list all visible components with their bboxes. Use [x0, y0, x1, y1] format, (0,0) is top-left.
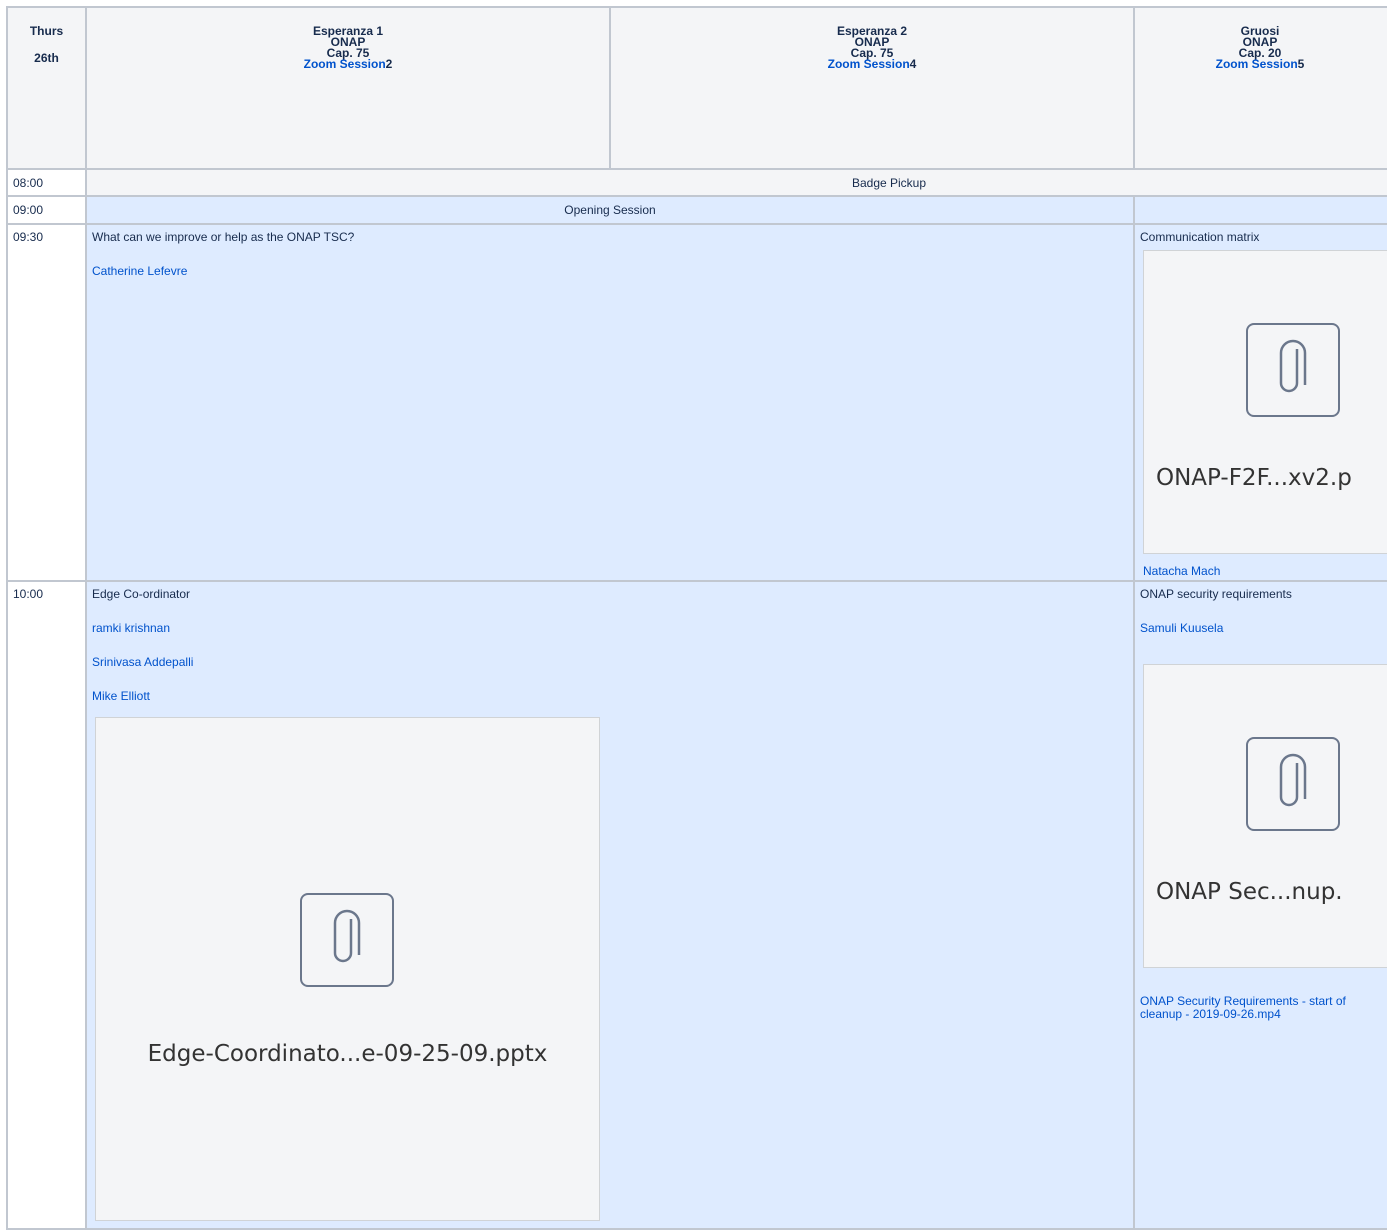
zoom-session-number: 4 [909, 57, 917, 71]
zoom-session-link[interactable]: Zoom Session [1216, 57, 1298, 71]
video-link[interactable]: ONAP Security Requirements - start of cl… [1140, 995, 1386, 1021]
zoom-session-link[interactable]: Zoom Session [304, 57, 386, 71]
time-label: 10:00 [13, 587, 44, 601]
paperclip-icon [300, 893, 394, 987]
time-0800: 08:00 [6, 168, 87, 197]
schedule-table: Thurs 26th Esperanza 1 ONAP Cap. 75 Zoom… [6, 6, 1387, 1230]
paperclip-icon [1246, 737, 1340, 831]
zoom-session-number: 5 [1297, 57, 1305, 71]
time-0930: 09:30 [6, 223, 87, 582]
speaker-link[interactable]: Catherine Lefevre [92, 264, 1133, 278]
speaker-link[interactable]: Srinivasa Addepalli [92, 655, 1133, 669]
time-label: 09:00 [13, 203, 44, 217]
time-0900: 09:00 [6, 195, 87, 225]
zoom-session-number: 2 [385, 57, 393, 71]
room-header-esperanza-2: Esperanza 2 ONAP Cap. 75 Zoom Session4 [609, 6, 1135, 170]
session-title: Communication matrix [1140, 230, 1260, 244]
empty-session-cell [1133, 195, 1387, 225]
day-name: Thurs [29, 24, 64, 38]
session-title: ONAP security requirements [1140, 587, 1292, 601]
time-1000: 10:00 [6, 580, 87, 1230]
badge-pickup-cell: Badge Pickup [85, 168, 1387, 197]
opening-session-cell: Opening Session [85, 195, 1135, 225]
paperclip-icon [1246, 323, 1340, 417]
room-header-gruosi: Gruosi ONAP Cap. 20 Zoom Session5 [1133, 6, 1387, 170]
speaker-link[interactable]: Samuli Kuusela [1140, 621, 1387, 635]
session-title: Edge Co-ordinator [92, 587, 191, 601]
day-date: 26th [34, 51, 59, 65]
time-label: 09:30 [13, 230, 44, 244]
badge-pickup-text: Badge Pickup [851, 176, 927, 190]
time-label: 08:00 [13, 176, 44, 190]
attachment-preview[interactable]: Edge-Coordinato...e-09-25-09.pptx [95, 717, 600, 1221]
session-onap-security: ONAP security requirements Samuli Kuusel… [1133, 580, 1387, 1230]
zoom-session-link[interactable]: Zoom Session [828, 57, 910, 71]
speaker-link[interactable]: Natacha Mach [1143, 564, 1220, 578]
attachment-filename: ONAP Sec...nup. [1156, 879, 1343, 905]
day-header: Thurs 26th [6, 6, 87, 170]
room-header-esperanza-1: Esperanza 1 ONAP Cap. 75 Zoom Session2 [85, 6, 611, 170]
attachment-preview[interactable]: ONAP Sec...nup. [1143, 664, 1387, 968]
session-improve-tsc: What can we improve or help as the ONAP … [85, 223, 1135, 582]
speaker-link[interactable]: Mike Elliott [92, 689, 1133, 703]
attachment-preview[interactable]: ONAP-F2F...xv2.p [1143, 250, 1387, 554]
attachment-filename: Edge-Coordinato...e-09-25-09.pptx [147, 1041, 548, 1067]
session-communication-matrix: Communication matrix ONAP-F2F...xv2.p Na… [1133, 223, 1387, 582]
speaker-link[interactable]: ramki krishnan [92, 621, 1133, 635]
session-edge-coordinator: Edge Co-ordinator ramki krishnan Sriniva… [85, 580, 1135, 1230]
opening-session-text: Opening Session [564, 203, 656, 217]
attachment-filename: ONAP-F2F...xv2.p [1156, 465, 1352, 491]
session-title: What can we improve or help as the ONAP … [92, 230, 355, 244]
